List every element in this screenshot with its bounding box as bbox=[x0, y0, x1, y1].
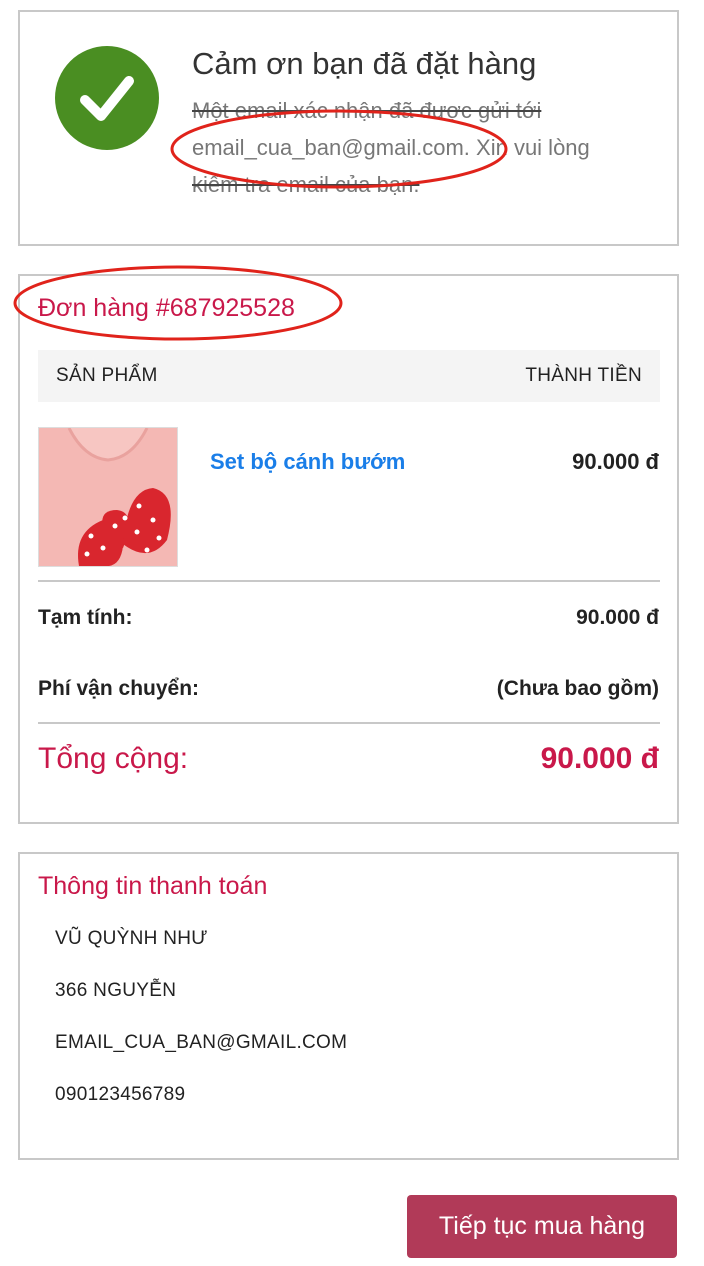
grand-total-label: Tổng cộng: bbox=[38, 742, 189, 775]
product-price: 90.000 đ bbox=[572, 449, 659, 474]
order-summary-panel: Đơn hàng #687925528 SẢN PHẨM THÀNH TIỀN … bbox=[13, 265, 679, 824]
column-header-product: SẢN PHẨM bbox=[56, 365, 158, 386]
order-number-title: Đơn hàng #687925528 bbox=[38, 294, 295, 322]
confirmation-line-2: Xin vui lòng bbox=[469, 135, 590, 160]
order-success-panel: Cảm ơn bạn đã đặt hàng Một email xác nhậ… bbox=[18, 10, 679, 246]
column-header-total: THÀNH TIỀN bbox=[525, 365, 642, 386]
product-thumbnail[interactable] bbox=[38, 427, 178, 567]
divider bbox=[38, 580, 660, 582]
billing-phone: 090123456789 bbox=[55, 1084, 186, 1105]
subtotal-label: Tạm tính: bbox=[38, 606, 133, 629]
confirmation-email: email_cua_ban@gmail.com. bbox=[192, 135, 470, 160]
check-circle-icon bbox=[55, 46, 159, 150]
billing-name: VŨ QUỲNH NHƯ bbox=[55, 928, 208, 949]
confirmation-message: Một email xác nhận đã được gửi tới email… bbox=[192, 92, 662, 203]
billing-title: Thông tin thanh toán bbox=[38, 872, 268, 900]
product-name-link[interactable]: Set bộ cánh bướm bbox=[210, 449, 405, 475]
billing-info-panel: Thông tin thanh toán VŨ QUỲNH NHƯ 366 NG… bbox=[18, 852, 679, 1160]
billing-address: 366 NGUYỄN bbox=[55, 980, 177, 1001]
thank-you-title: Cảm ơn bạn đã đặt hàng bbox=[192, 46, 537, 81]
shipping-value: (Chưa bao gồm) bbox=[496, 677, 659, 700]
confirmation-line-3: kiểm tra email của bạn. bbox=[192, 172, 420, 197]
divider bbox=[38, 722, 660, 724]
subtotal-value: 90.000 đ bbox=[576, 606, 659, 629]
order-table-header: SẢN PHẨM THÀNH TIỀN bbox=[38, 350, 660, 402]
billing-email: EMAIL_CUA_BAN@GMAIL.COM bbox=[55, 1032, 348, 1053]
confirmation-line-1: Một email xác nhận đã được gửi tới bbox=[192, 98, 542, 123]
shipping-label: Phí vận chuyển: bbox=[38, 677, 200, 700]
continue-shopping-button[interactable]: Tiếp tục mua hàng bbox=[407, 1195, 677, 1258]
grand-total-value: 90.000 đ bbox=[540, 742, 659, 775]
